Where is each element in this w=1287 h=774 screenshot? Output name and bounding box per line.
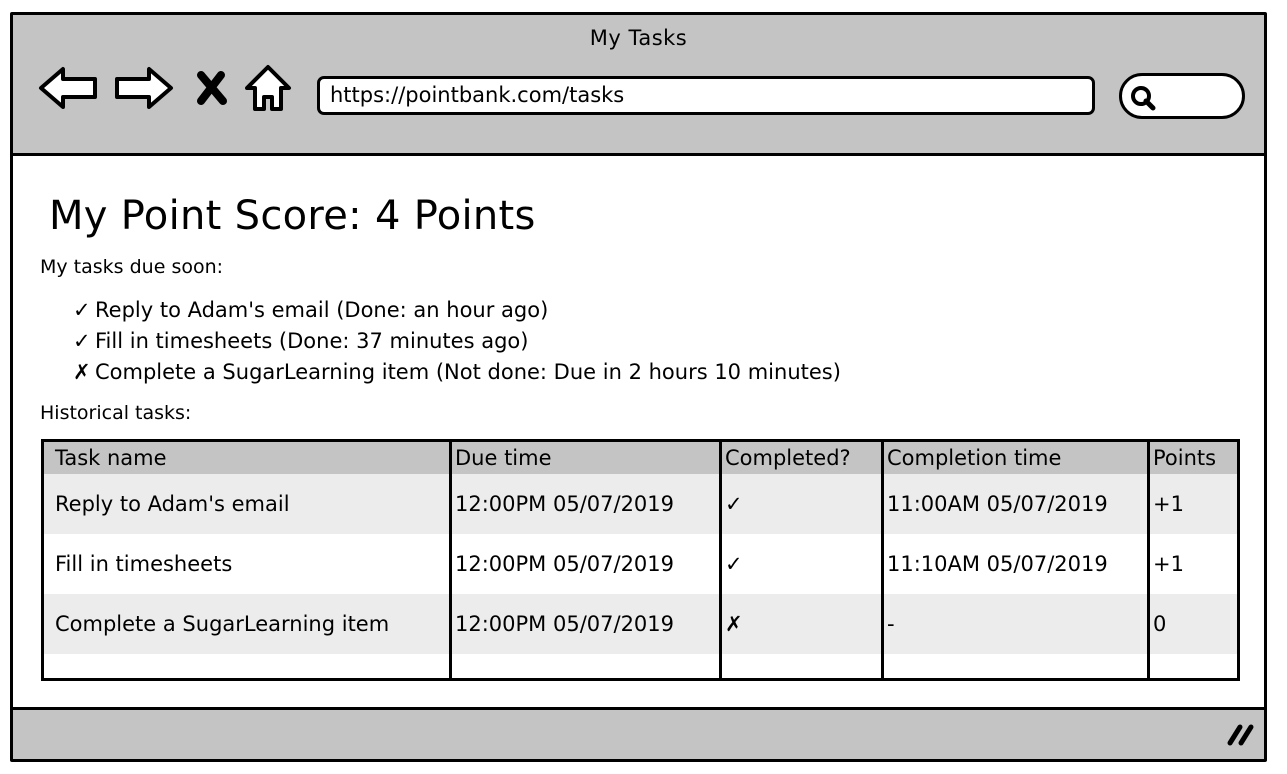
list-item: ✗ Complete a SugarLearning item (Not done…	[73, 357, 841, 388]
due-soon-label: My tasks due soon:	[40, 256, 224, 278]
column-header-completed: Completed?	[725, 446, 851, 470]
back-arrow-icon[interactable]	[37, 65, 101, 111]
search-icon	[1129, 84, 1157, 116]
completed-cell: ✓	[725, 552, 743, 576]
table-row: Reply to Adam's email 12:00PM 05/07/2019…	[44, 474, 1237, 534]
completion-time-cell: 11:00AM 05/07/2019	[887, 492, 1108, 516]
task-name-cell: Complete a SugarLearning item	[55, 612, 390, 636]
column-divider	[449, 439, 452, 681]
list-item: ✓ Fill in timesheets (Done: 37 minutes ag…	[73, 326, 841, 357]
completion-time-cell: -	[887, 612, 895, 636]
column-header-task-name: Task name	[55, 446, 167, 470]
due-time-cell: 12:00PM 05/07/2019	[455, 612, 675, 636]
address-bar[interactable]: https://pointbank.com/tasks	[317, 76, 1095, 115]
task-name-cell: Reply to Adam's email	[55, 492, 290, 516]
column-divider	[1147, 439, 1150, 681]
completion-time-cell: 11:10AM 05/07/2019	[887, 552, 1108, 576]
column-header-due-time: Due time	[455, 446, 552, 470]
list-item: ✓ Reply to Adam's email (Done: an hour ag…	[73, 295, 841, 326]
forward-arrow-icon[interactable]	[111, 65, 175, 111]
column-header-completion-time: Completion time	[887, 446, 1062, 470]
window-title: My Tasks	[589, 26, 688, 50]
point-score-heading: My Point Score: 4 Points	[49, 193, 536, 239]
home-icon[interactable]	[243, 63, 293, 115]
task-summary: Fill in timesheets (Done: 37 minutes ago…	[95, 329, 529, 353]
table-header-row: Task name Due time Completed? Completion…	[44, 442, 1237, 474]
due-time-cell: 12:00PM 05/07/2019	[455, 552, 675, 576]
due-soon-list: ✓ Reply to Adam's email (Done: an hour ag…	[73, 295, 841, 388]
task-summary: Complete a SugarLearning item (Not done:…	[95, 360, 841, 384]
resize-grip-icon[interactable]	[1226, 721, 1256, 751]
status-mark-icon: ✗	[73, 360, 91, 384]
points-cell: +1	[1153, 492, 1184, 516]
task-name-cell: Fill in timesheets	[55, 552, 233, 576]
completed-cell: ✗	[725, 612, 743, 636]
points-cell: 0	[1153, 612, 1167, 636]
status-bar	[13, 707, 1264, 759]
column-divider	[881, 439, 884, 681]
table-row: Fill in timesheets 12:00PM 05/07/2019 ✓ …	[44, 534, 1237, 594]
column-header-points: Points	[1153, 446, 1217, 470]
table-row: Complete a SugarLearning item 12:00PM 05…	[44, 594, 1237, 654]
table-empty-row	[44, 654, 1237, 676]
historical-tasks-table: Task name Due time Completed? Completion…	[41, 439, 1240, 681]
column-divider	[719, 439, 722, 681]
search-input[interactable]	[1119, 73, 1245, 119]
historical-label: Historical tasks:	[40, 402, 192, 424]
browser-toolbar: My Tasks https://pointbank.com/tasks	[13, 15, 1264, 156]
browser-window: My Tasks https://pointbank.com/tasks My …	[10, 12, 1267, 762]
status-mark-icon: ✓	[73, 298, 91, 322]
completed-cell: ✓	[725, 492, 743, 516]
due-time-cell: 12:00PM 05/07/2019	[455, 492, 675, 516]
points-cell: +1	[1153, 552, 1184, 576]
status-mark-icon: ✓	[73, 329, 91, 353]
close-x-icon[interactable]	[193, 70, 229, 106]
task-summary: Reply to Adam's email (Done: an hour ago…	[95, 298, 549, 322]
